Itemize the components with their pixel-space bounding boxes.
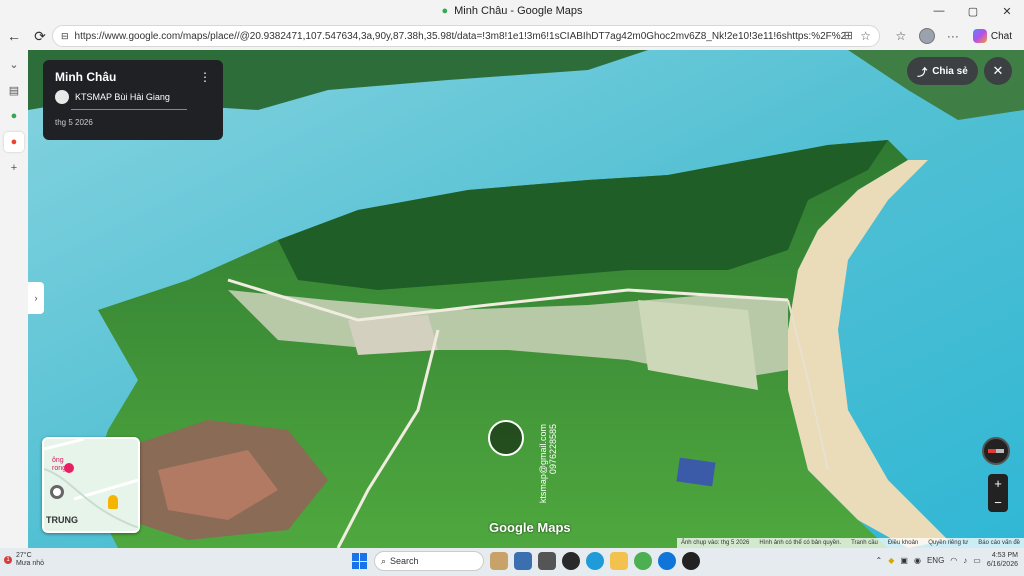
attribution-bar: Ảnh chụp vào: thg 5 2026 Hình ảnh có thể… xyxy=(676,538,1024,548)
system-tray: ⌃ ◆ ▣ ◉ ENG ◠ ♪ ▭ 4:53 PM 6/16/2026 xyxy=(876,551,1018,569)
sidebar-maps-active-icon[interactable]: ● xyxy=(4,132,24,152)
capture-info: Ảnh chụp vào: thg 5 2026 xyxy=(680,540,750,546)
my-location-icon[interactable] xyxy=(50,485,64,499)
address-bar[interactable]: ⊟ https://www.google.com/maps/place//@20… xyxy=(52,25,880,47)
zoom-in-button[interactable]: + xyxy=(994,476,1002,491)
zalo-icon[interactable] xyxy=(658,552,676,570)
chevron-right-icon: › xyxy=(34,293,38,303)
copilot-icon xyxy=(972,29,987,43)
folder-icon[interactable] xyxy=(610,552,628,570)
weather-temp: 27°C xyxy=(16,552,32,559)
maps-favicon-icon: ● xyxy=(441,5,449,17)
browser-toolbar: ← ⟳ ⊟ https://www.google.com/maps/place/… xyxy=(0,22,1024,50)
tray-app-icon-2[interactable]: ▣ xyxy=(900,556,908,565)
report-link[interactable]: Báo cáo vấn đề xyxy=(978,540,1020,546)
divider xyxy=(71,109,187,110)
windows-taskbar: 1 27°C Mưa nhỏ ⌕ Search ⌃ ◆ ▣ ◉ ENG ◠ ♪ … xyxy=(0,548,1024,576)
dell-app-icon[interactable] xyxy=(562,552,580,570)
place-name[interactable]: Minh Châu xyxy=(55,70,211,84)
more-menu-icon[interactable]: ··· xyxy=(943,26,963,46)
sidebar-collapse-icon[interactable]: ⌄ xyxy=(4,54,24,74)
share-label: Chia sẻ xyxy=(932,65,968,77)
back-button[interactable]: ← xyxy=(2,24,26,48)
search-icon: ⌕ xyxy=(381,555,387,566)
weather-widget[interactable]: 1 27°C Mưa nhỏ xyxy=(4,552,44,568)
terms-link[interactable]: Tranh cầu xyxy=(851,540,878,546)
profile-avatar[interactable] xyxy=(917,26,937,46)
notification-badge: 1 xyxy=(4,556,12,564)
clock[interactable]: 4:53 PM 6/16/2026 xyxy=(987,551,1018,569)
watermark-phone: 0976228585 xyxy=(548,424,558,475)
window-title: ● Minh Châu - Google Maps xyxy=(441,5,582,17)
minimap[interactable]: ông rong TRUNG xyxy=(42,437,140,533)
zoom-control: + − xyxy=(988,474,1008,512)
clock-date: 6/16/2026 xyxy=(986,561,1018,568)
copyright-note: Hình ảnh có thể có bản quyền. xyxy=(759,540,842,546)
sidebar-add-icon[interactable]: + xyxy=(4,158,24,178)
battery-icon[interactable]: ▭ xyxy=(973,556,981,565)
privacy-link[interactable]: Điều khoản xyxy=(888,540,918,546)
browser-sidebar: ⌄ ▤ ● ● + xyxy=(0,50,28,548)
close-window-button[interactable]: ✕ xyxy=(990,0,1024,22)
watermark-email: ktsmap@gmail.com xyxy=(538,424,548,504)
search-placeholder: Search xyxy=(390,556,419,566)
tray-app-icon-3[interactable]: ◉ xyxy=(914,556,921,565)
clock-time: 4:53 PM xyxy=(991,552,1018,559)
author-avatar xyxy=(55,90,69,104)
chrome-icon[interactable] xyxy=(634,552,652,570)
sidebar-maps-icon[interactable]: ● xyxy=(4,106,24,126)
compass-icon xyxy=(988,449,1004,453)
favorites-icon[interactable]: ☆ xyxy=(891,26,911,46)
zoom-out-button[interactable]: − xyxy=(994,495,1002,510)
tray-app-icon[interactable]: ◆ xyxy=(888,556,894,565)
maximize-button[interactable]: ▢ xyxy=(956,0,990,22)
minimize-button[interactable]: — xyxy=(922,0,956,22)
edge-browser-icon[interactable] xyxy=(586,552,604,570)
google-maps-logo: Google Maps xyxy=(489,520,571,535)
chat-label: Chat xyxy=(990,30,1012,42)
url-text[interactable]: https://www.google.com/maps/place//@20.9… xyxy=(75,31,845,42)
watermark-logo-icon xyxy=(488,420,524,456)
taskbar-apps: ⌕ Search xyxy=(352,551,700,571)
app-available-icon[interactable]: ⊞ xyxy=(844,29,853,42)
minimap-area-label: TRUNG xyxy=(46,515,78,525)
reload-button[interactable]: ⟳ xyxy=(28,24,52,48)
close-viewer-button[interactable]: ✕ xyxy=(984,57,1012,85)
street-view-viewer[interactable]: Minh Châu ⋮ KTSMAP Bùi Hải Giang thg 5 2… xyxy=(28,50,1024,548)
window-title-text: Minh Châu - Google Maps xyxy=(454,5,583,17)
share-icon: ⤴ xyxy=(917,67,928,79)
site-info-icon[interactable]: ⊟ xyxy=(61,31,69,42)
wifi-icon[interactable]: ◠ xyxy=(950,556,957,565)
expand-panel-button[interactable]: › xyxy=(28,282,44,314)
app-icon-1[interactable] xyxy=(538,552,556,570)
volume-icon[interactable]: ♪ xyxy=(963,556,967,565)
sidebar-tab-icon[interactable]: ▤ xyxy=(4,80,24,100)
file-explorer-icon[interactable] xyxy=(514,552,532,570)
more-options-icon[interactable]: ⋮ xyxy=(199,70,211,84)
close-icon: ✕ xyxy=(992,63,1004,78)
compass-button[interactable] xyxy=(982,437,1010,465)
window-titlebar: ● Minh Châu - Google Maps — ▢ ✕ xyxy=(0,0,1024,22)
media-player-icon[interactable] xyxy=(682,552,700,570)
author-name[interactable]: KTSMAP Bùi Hải Giang xyxy=(75,92,170,102)
language-indicator[interactable]: ENG xyxy=(927,556,944,565)
tray-chevron-icon[interactable]: ⌃ xyxy=(876,556,883,565)
minimap-pin-icon xyxy=(64,463,74,473)
share-button[interactable]: ⤴ Chia sẻ xyxy=(907,57,978,85)
taskbar-search[interactable]: ⌕ Search xyxy=(374,551,484,571)
info-card: Minh Châu ⋮ KTSMAP Bùi Hải Giang thg 5 2… xyxy=(43,60,223,140)
copilot-chat-button[interactable]: Chat xyxy=(969,29,1016,43)
task-view-icon[interactable] xyxy=(490,552,508,570)
author-row[interactable]: KTSMAP Bùi Hải Giang xyxy=(55,90,211,104)
weather-desc: Mưa nhỏ xyxy=(16,560,45,567)
pegman-icon[interactable] xyxy=(108,495,118,509)
rights-link[interactable]: Quyền riêng tư xyxy=(928,540,968,546)
start-button[interactable] xyxy=(352,553,368,569)
favorite-star-icon[interactable]: ☆ xyxy=(860,29,871,43)
capture-date: thg 5 2026 xyxy=(55,118,93,127)
